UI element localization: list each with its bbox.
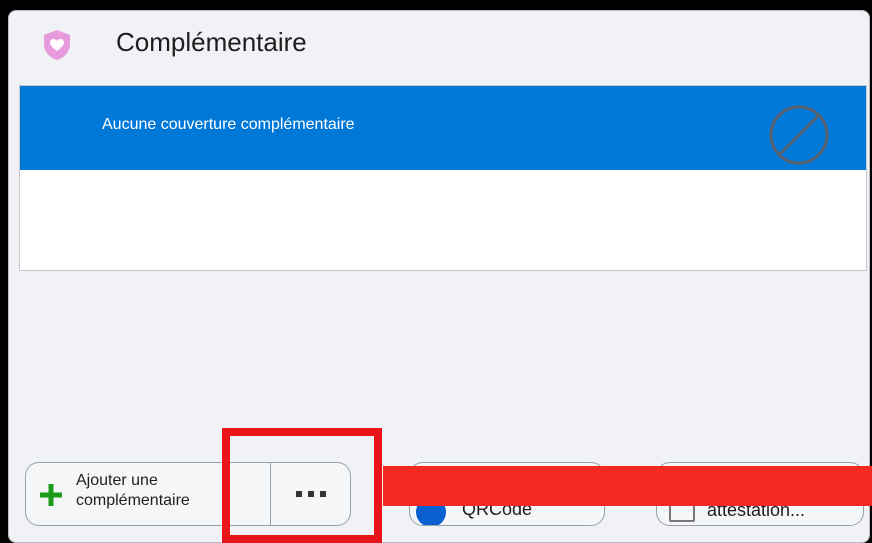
- add-button-label: Ajouter une complémentaire: [76, 471, 190, 511]
- redaction-bar: [383, 466, 872, 506]
- highlight-box: [222, 428, 382, 543]
- panel-title: Complémentaire: [116, 27, 307, 57]
- list-item-label: Aucune couverture complémentaire: [102, 116, 355, 133]
- complementaire-panel: Complémentaire Aucune couverture complém…: [8, 10, 870, 543]
- list-item-selected[interactable]: Aucune couverture complémentaire: [20, 86, 866, 170]
- card-icon: [669, 504, 695, 522]
- prohibited-icon: [769, 105, 829, 165]
- panel-header: Complémentaire: [9, 11, 869, 85]
- coverage-list[interactable]: Aucune couverture complémentaire: [19, 85, 867, 271]
- add-label-line2: complémentaire: [76, 492, 190, 509]
- add-label-line1: Ajouter une: [76, 472, 158, 489]
- plus-icon: [40, 484, 62, 506]
- shield-heart-icon: [44, 30, 70, 60]
